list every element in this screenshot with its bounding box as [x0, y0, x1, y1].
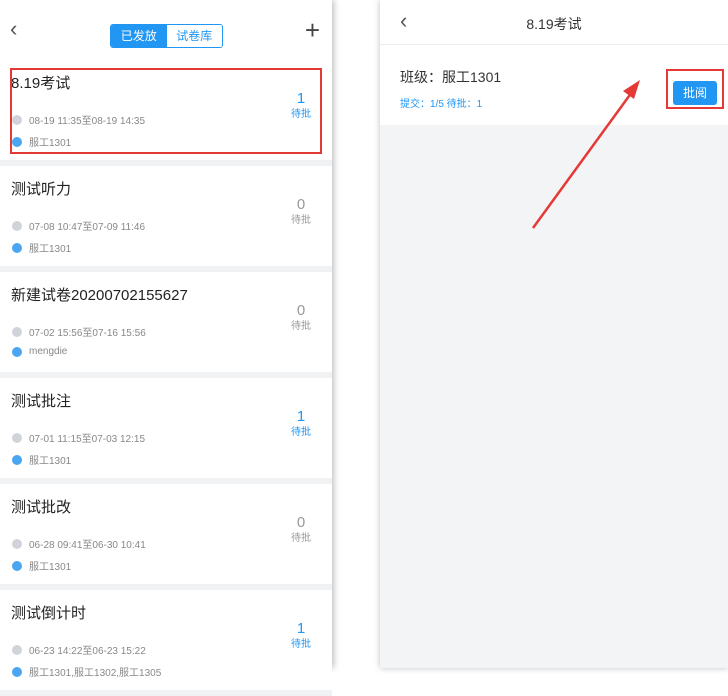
arrow-head-icon: [623, 80, 640, 99]
arrow-annotation: [531, 80, 640, 229]
class-icon: [12, 666, 22, 677]
arrow-line: [531, 91, 634, 229]
